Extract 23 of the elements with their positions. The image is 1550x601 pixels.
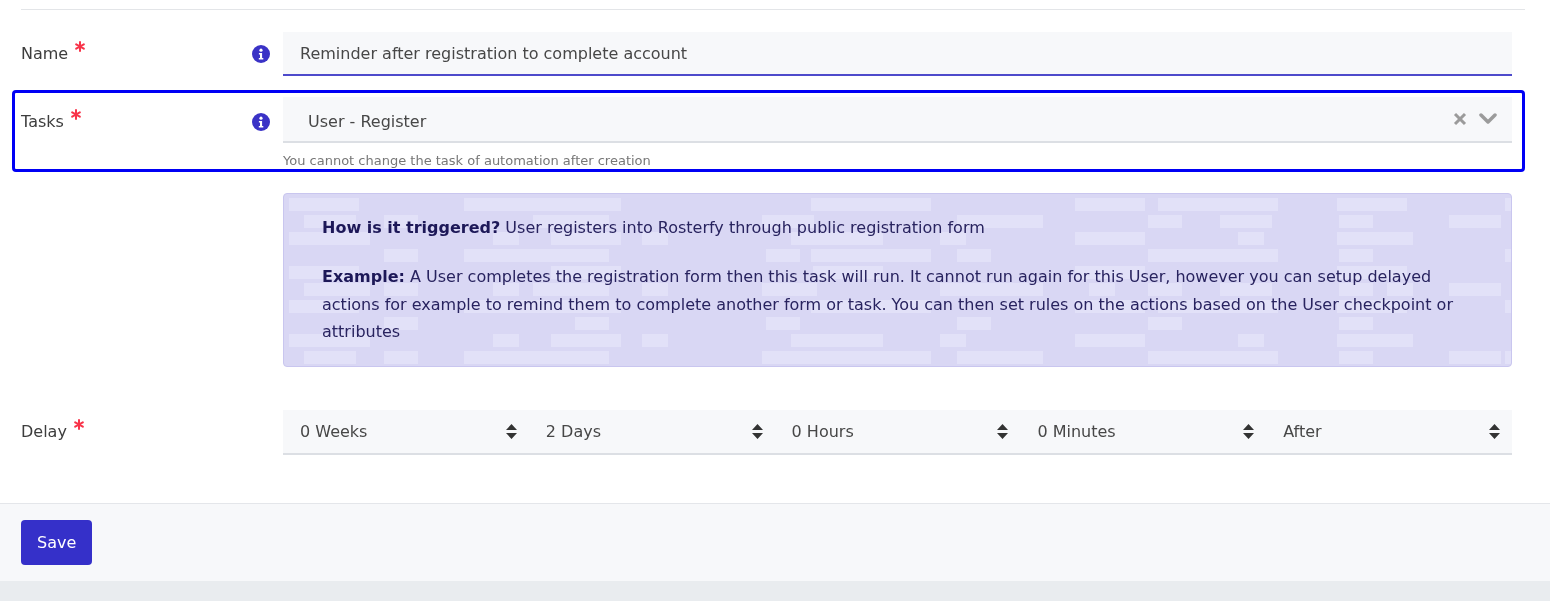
up-down-arrows-icon: [751, 423, 763, 439]
info-icon[interactable]: [252, 45, 270, 63]
field-label: Name: [21, 44, 69, 64]
info-paragraph: Example: A User completes the registration form then this task will run. It cannot run again for this User, however you can setup delayed actions for example to remind them to complete another form or task. You can then set rules on the actions based on the User checkpoint or attributes: [322, 266, 1454, 343]
delay-select[interactable]: 2 Days: [528, 409, 775, 455]
up-down-arrows-icon: [1243, 423, 1255, 439]
field-label: Tasks: [21, 112, 64, 132]
delay-select[interactable]: After: [1266, 409, 1512, 455]
save-button[interactable]: Save: [21, 519, 93, 565]
delay-select[interactable]: 0 Weeks: [283, 409, 529, 455]
clear-icon[interactable]: [1453, 112, 1467, 126]
field-label: Delay: [21, 422, 67, 442]
delay-select[interactable]: 0 Minutes: [1020, 409, 1267, 455]
chevron-down-icon[interactable]: [1479, 113, 1497, 125]
up-down-arrows-icon: [505, 423, 517, 439]
info-icon[interactable]: [252, 113, 270, 131]
name-input[interactable]: Reminder after registration to complete account: [283, 32, 1512, 76]
task-select[interactable]: User - Register: [283, 97, 1512, 143]
delay-select[interactable]: 0 Hours: [774, 409, 1021, 455]
hint-text: You cannot change the task of automation after creation: [283, 153, 652, 169]
up-down-arrows-icon: [1489, 423, 1500, 439]
up-down-arrows-icon: [997, 423, 1009, 439]
info-paragraph: How is it triggered? User registers into Rosterfy through public registration form: [322, 217, 986, 239]
